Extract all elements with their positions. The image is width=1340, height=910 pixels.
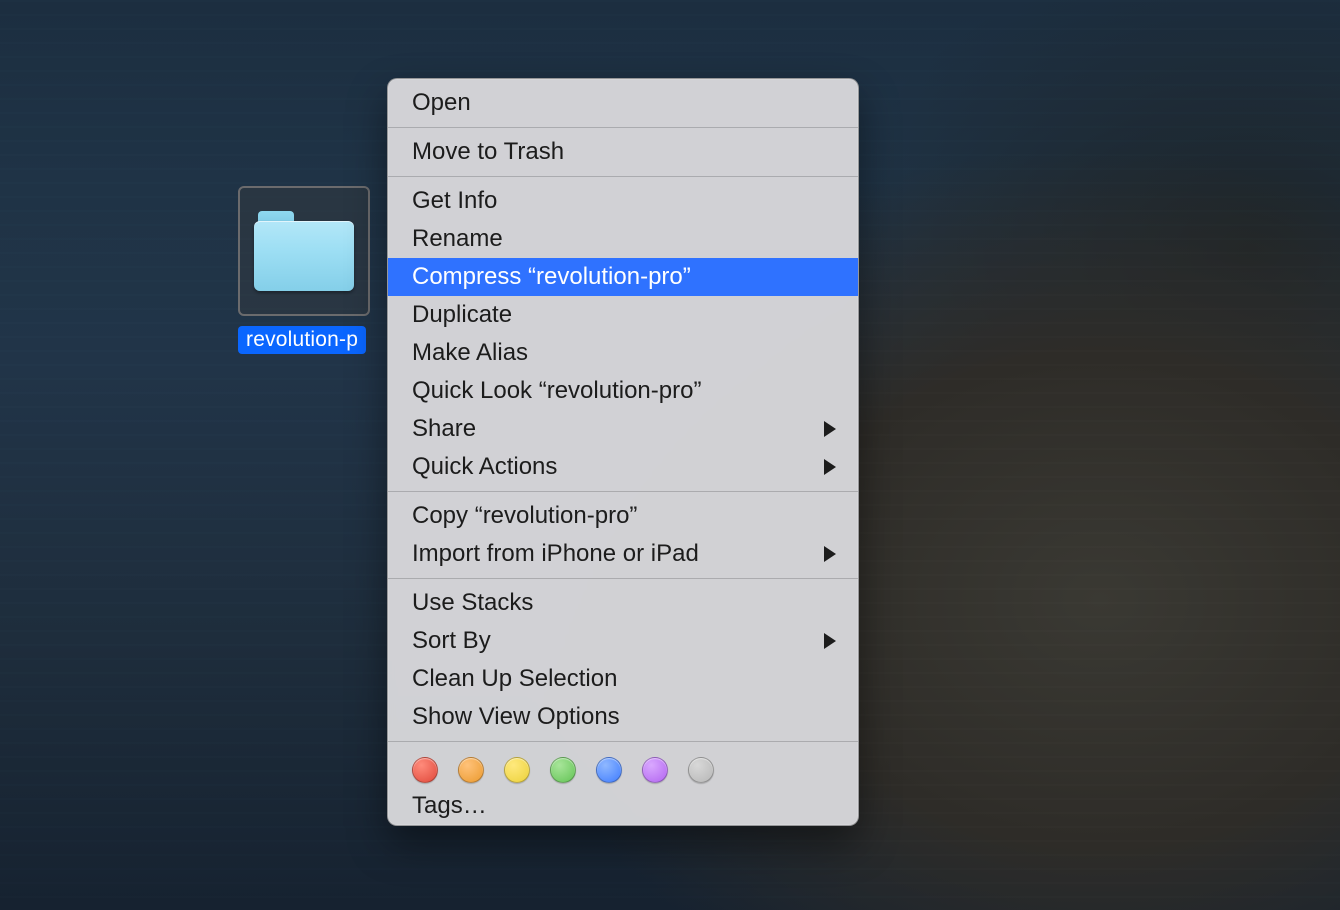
menu-item-compress[interactable]: Compress “revolution-pro”	[388, 258, 858, 296]
menu-item-open[interactable]: Open	[388, 84, 858, 122]
menu-separator	[388, 578, 858, 579]
menu-item-label: Show View Options	[412, 702, 620, 732]
menu-item-share[interactable]: Share	[388, 410, 858, 448]
menu-item-label: Make Alias	[412, 338, 528, 368]
menu-item-duplicate[interactable]: Duplicate	[388, 296, 858, 334]
submenu-arrow-icon	[824, 421, 836, 437]
menu-separator	[388, 491, 858, 492]
menu-item-label: Clean Up Selection	[412, 664, 617, 694]
menu-item-make-alias[interactable]: Make Alias	[388, 334, 858, 372]
menu-item-label: Quick Look “revolution-pro”	[412, 376, 701, 406]
tag-dot-red[interactable]	[412, 757, 438, 783]
menu-item-label: Rename	[412, 224, 503, 254]
desktop[interactable]: revolution-p Open Move to Trash Get Info Re…	[0, 0, 1340, 910]
menu-item-label: Use Stacks	[412, 588, 533, 618]
tag-dot-yellow[interactable]	[504, 757, 530, 783]
menu-item-rename[interactable]: Rename	[388, 220, 858, 258]
menu-separator	[388, 176, 858, 177]
menu-item-get-info[interactable]: Get Info	[388, 182, 858, 220]
menu-item-label: Quick Actions	[412, 452, 557, 482]
menu-item-label: Share	[412, 414, 476, 444]
menu-item-show-view-options[interactable]: Show View Options	[388, 698, 858, 736]
menu-item-label: Import from iPhone or iPad	[412, 539, 699, 569]
menu-item-quick-look[interactable]: Quick Look “revolution-pro”	[388, 372, 858, 410]
menu-item-label: Get Info	[412, 186, 497, 216]
tag-color-row	[388, 747, 858, 787]
folder-label: revolution-p	[238, 326, 366, 354]
menu-item-label: Copy “revolution-pro”	[412, 501, 637, 531]
menu-item-tags[interactable]: Tags…	[388, 787, 858, 825]
menu-item-copy[interactable]: Copy “revolution-pro”	[388, 497, 858, 535]
folder-selection-frame	[238, 186, 370, 316]
tag-dot-orange[interactable]	[458, 757, 484, 783]
menu-item-quick-actions[interactable]: Quick Actions	[388, 448, 858, 486]
menu-item-import-iphone[interactable]: Import from iPhone or iPad	[388, 535, 858, 573]
submenu-arrow-icon	[824, 546, 836, 562]
context-menu: Open Move to Trash Get Info Rename Compress …	[387, 78, 859, 826]
menu-item-label: Tags…	[412, 791, 487, 821]
menu-item-label: Open	[412, 88, 471, 118]
tag-dot-purple[interactable]	[642, 757, 668, 783]
menu-item-label: Duplicate	[412, 300, 512, 330]
menu-item-clean-up-selection[interactable]: Clean Up Selection	[388, 660, 858, 698]
folder-icon	[254, 211, 354, 291]
menu-item-label: Move to Trash	[412, 137, 564, 167]
tag-dot-blue[interactable]	[596, 757, 622, 783]
desktop-folder[interactable]: revolution-p	[238, 186, 366, 359]
menu-item-use-stacks[interactable]: Use Stacks	[388, 584, 858, 622]
menu-item-sort-by[interactable]: Sort By	[388, 622, 858, 660]
submenu-arrow-icon	[824, 633, 836, 649]
menu-item-label: Sort By	[412, 626, 491, 656]
menu-separator	[388, 741, 858, 742]
menu-separator	[388, 127, 858, 128]
submenu-arrow-icon	[824, 459, 836, 475]
menu-item-label: Compress “revolution-pro”	[412, 262, 691, 292]
menu-item-move-to-trash[interactable]: Move to Trash	[388, 133, 858, 171]
tag-dot-gray[interactable]	[688, 757, 714, 783]
tag-dot-green[interactable]	[550, 757, 576, 783]
